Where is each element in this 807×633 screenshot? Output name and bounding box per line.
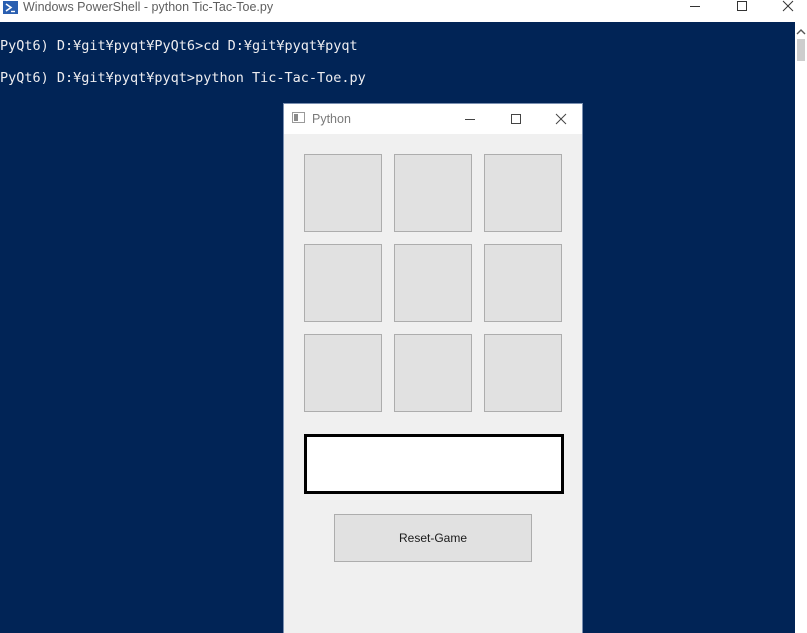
vertical-scrollbar[interactable] xyxy=(795,22,807,633)
minimize-button[interactable] xyxy=(462,111,478,127)
minimize-button[interactable] xyxy=(680,0,710,15)
board-cell-4[interactable] xyxy=(304,244,382,322)
board-cell-6[interactable] xyxy=(484,244,562,322)
board-cell-7[interactable] xyxy=(304,334,382,412)
close-button[interactable] xyxy=(553,111,569,127)
close-button[interactable] xyxy=(773,0,803,15)
board-cell-1[interactable] xyxy=(304,154,382,232)
reset-game-button[interactable]: Reset-Game xyxy=(334,514,532,562)
python-titlebar[interactable]: Python xyxy=(284,104,582,134)
window-title: Windows PowerShell - python Tic-Tac-Toe.… xyxy=(23,0,274,14)
powershell-titlebar[interactable]: Windows PowerShell - python Tic-Tac-Toe.… xyxy=(0,0,807,22)
maximize-button[interactable] xyxy=(508,111,524,127)
board-cell-5[interactable] xyxy=(394,244,472,322)
app-icon xyxy=(292,112,305,123)
maximize-button[interactable] xyxy=(727,0,757,15)
python-window: Python Reset-Game xyxy=(283,103,583,633)
console-line: PyQt6) D:¥git¥pyqt¥pyqt>python Tic-Tac-T… xyxy=(0,70,366,86)
powershell-icon xyxy=(3,1,18,14)
board-cell-3[interactable] xyxy=(484,154,562,232)
board-cell-9[interactable] xyxy=(484,334,562,412)
scroll-up-icon[interactable] xyxy=(795,24,807,38)
status-label xyxy=(304,434,564,494)
scroll-thumb[interactable] xyxy=(797,39,805,61)
board-cell-8[interactable] xyxy=(394,334,472,412)
python-window-title: Python xyxy=(312,112,351,126)
console-line: PyQt6) D:¥git¥pyqt¥PyQt6>cd D:¥git¥pyqt¥… xyxy=(0,38,358,54)
board-cell-2[interactable] xyxy=(394,154,472,232)
